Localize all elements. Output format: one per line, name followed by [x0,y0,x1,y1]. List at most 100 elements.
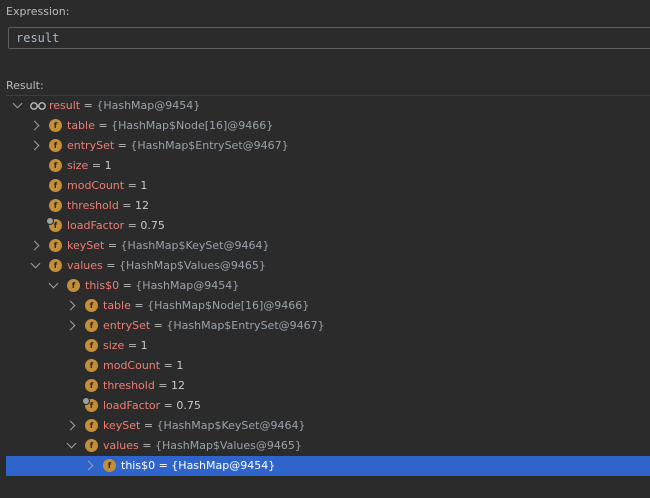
field-icon: f [85,299,98,312]
field-name: threshold [103,379,155,392]
tree-row-text: modCount = 1 [103,356,183,376]
tree-row-keyset[interactable]: f keySet = {HashMap$KeySet@9464} [6,416,650,436]
equals-sign: = [138,439,155,452]
field-name: values [67,259,103,272]
tree-row-size[interactable]: f size = 1 [6,156,650,176]
equals-sign: = [150,319,167,332]
watch-glasses-icon [30,102,46,110]
chevron-down-icon[interactable] [30,258,41,269]
field-value: {HashMap$Node[16]@9466} [111,119,274,132]
chevron-right-icon[interactable] [65,320,76,331]
equals-sign: = [88,159,105,172]
equals-sign: = [160,359,177,372]
tree-row-text: size = 1 [67,156,112,176]
tree-row-entryset[interactable]: f entrySet = {HashMap$EntrySet@9467} [6,316,650,336]
field-name: entrySet [67,139,115,152]
field-icon: f [85,359,98,372]
tree-row-text: loadFactor = 0.75 [67,216,165,236]
tree-row-threshold[interactable]: f threshold = 12 [6,196,650,216]
tree-row-values[interactable]: f values = {HashMap$Values@9465} [6,436,650,456]
chevron-right-icon[interactable] [65,300,76,311]
tree-row-text: this$0 = {HashMap@9454} [121,456,275,476]
tree-row-text: size = 1 [103,336,148,356]
equals-sign: = [104,239,121,252]
equals-sign: = [80,99,97,112]
tree-row-text: keySet = {HashMap$KeySet@9464} [67,236,269,256]
field-icon: f [49,119,62,132]
chevron-down-icon[interactable] [66,438,77,449]
equals-sign: = [130,299,148,312]
tree-row-threshold[interactable]: f threshold = 12 [6,376,650,396]
equals-sign: = [124,179,141,192]
field-value: {HashMap@9454} [135,279,240,292]
field-name: threshold [67,199,119,212]
field-value: {HashMap$KeySet@9464} [120,239,270,252]
tree-row-text: entrySet = {HashMap$EntrySet@9467} [103,316,325,336]
equals-sign: = [124,219,141,232]
tree-row-modcount[interactable]: f modCount = 1 [6,176,650,196]
tree-row-modcount[interactable]: f modCount = 1 [6,356,650,376]
result-label: Result: [6,79,44,92]
field-name: modCount [67,179,125,192]
field-name: size [67,159,89,172]
field-name: result [49,99,81,112]
tree-row-table[interactable]: f table = {HashMap$Node[16]@9466} [6,296,650,316]
lock-icon [82,397,90,405]
expression-input[interactable]: result [8,27,650,49]
field-locked-icon: f [82,397,98,412]
lock-icon [46,217,54,225]
tree-row-this0[interactable]: f this$0 = {HashMap@9454} [6,276,650,296]
field-name: this$0 [121,459,156,472]
field-name: keySet [103,419,141,432]
tree-row-keyset[interactable]: f keySet = {HashMap$KeySet@9464} [6,236,650,256]
field-icon: f [67,279,80,292]
tree-row-this0[interactable]: f this$0 = {HashMap@9454} [6,456,650,476]
field-icon: f [49,259,62,272]
field-name: keySet [67,239,105,252]
tree-row-entryset[interactable]: f entrySet = {HashMap$EntrySet@9467} [6,136,650,156]
chevron-right-icon[interactable] [65,420,76,431]
field-value: {HashMap$Values@9465} [155,439,302,452]
equals-sign: = [154,379,172,392]
field-icon: f [85,339,98,352]
field-value: 1 [140,339,148,352]
equals-sign: = [119,279,136,292]
equals-sign: = [160,399,177,412]
tree-row-size[interactable]: f size = 1 [6,336,650,356]
field-value: 1 [140,179,148,192]
field-value: 12 [171,379,186,392]
expression-label: Expression: [6,5,70,18]
field-value: {HashMap$KeySet@9464} [156,419,306,432]
tree-row-values[interactable]: f values = {HashMap$Values@9465} [6,256,650,276]
tree-row-table[interactable]: f table = {HashMap$Node[16]@9466} [6,116,650,136]
chevron-right-icon[interactable] [29,120,40,131]
tree-row-text: modCount = 1 [67,176,147,196]
tree-row-result[interactable]: result = {HashMap@9454} [6,96,650,116]
equals-sign: = [124,339,141,352]
field-name: loadFactor [103,399,161,412]
expression-value[interactable]: result [16,31,59,45]
equals-sign: = [155,459,172,472]
result-tree[interactable]: result = {HashMap@9454} f table = {HashMap… [6,95,650,498]
field-name: modCount [103,359,161,372]
field-icon: f [49,199,62,212]
field-icon: f [85,419,98,432]
field-value: {HashMap$Node[16]@9466} [147,299,310,312]
chevron-down-icon[interactable] [12,98,23,109]
chevron-down-icon[interactable] [48,278,59,289]
equals-sign: = [94,119,112,132]
field-value: {HashMap@9454} [171,459,276,472]
chevron-right-icon[interactable] [29,140,40,151]
field-value: {HashMap$EntrySet@9467} [166,319,325,332]
tree-row-text: table = {HashMap$Node[16]@9466} [67,116,273,136]
chevron-right-icon[interactable] [83,460,94,471]
tree-row-text: loadFactor = 0.75 [103,396,201,416]
field-name: size [103,339,125,352]
field-name: loadFactor [67,219,125,232]
field-value: 0.75 [176,399,201,412]
tree-row-loadfactor[interactable]: f loadFactor = 0.75 [6,396,650,416]
field-value: {HashMap@9454} [96,99,201,112]
field-icon: f [49,159,62,172]
chevron-right-icon[interactable] [29,240,40,251]
tree-row-loadfactor[interactable]: f loadFactor = 0.75 [6,216,650,236]
